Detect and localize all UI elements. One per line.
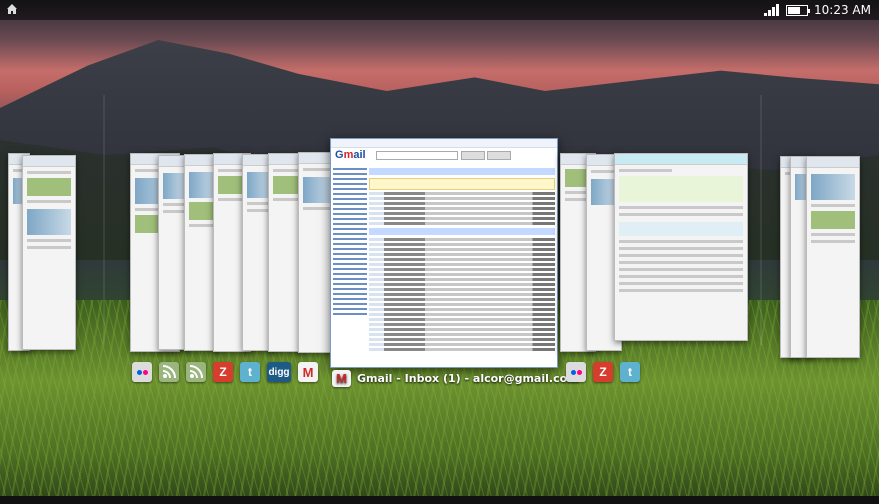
gmail-sidebar bbox=[333, 165, 367, 365]
status-indicators: 10:23 AM bbox=[764, 3, 871, 17]
rss-icon[interactable] bbox=[186, 362, 206, 382]
gmail-logo: Gmail bbox=[335, 149, 366, 161]
group-divider bbox=[103, 95, 105, 345]
window-thumbnail[interactable] bbox=[614, 153, 748, 341]
window-thumbnail[interactable] bbox=[806, 156, 860, 358]
signal-icon bbox=[764, 4, 780, 16]
z-icon[interactable]: Z bbox=[213, 362, 233, 382]
flickr-icon[interactable] bbox=[566, 362, 586, 382]
group-divider bbox=[760, 95, 762, 345]
status-bar: 10:23 AM bbox=[0, 0, 879, 20]
home-icon[interactable] bbox=[6, 3, 18, 15]
digg-icon[interactable]: digg bbox=[267, 362, 291, 382]
right-group-icons: Z t bbox=[566, 362, 640, 382]
gmail-search-box bbox=[376, 151, 458, 160]
twitter-icon[interactable]: t bbox=[620, 362, 640, 382]
window-thumbnail[interactable] bbox=[22, 155, 76, 350]
gmail-search-button bbox=[461, 151, 485, 160]
gmail-icon[interactable]: M bbox=[298, 362, 318, 382]
status-clock: 10:23 AM bbox=[814, 3, 871, 17]
selected-window-title: Gmail - Inbox (1) - alcor@gmail.com bbox=[357, 372, 579, 385]
gmail-search-button bbox=[487, 151, 511, 160]
gmail-icon: M bbox=[332, 370, 351, 387]
left-group-icons: Z t digg M bbox=[132, 362, 318, 382]
z-icon[interactable]: Z bbox=[593, 362, 613, 382]
battery-icon bbox=[786, 4, 811, 16]
rss-icon[interactable] bbox=[159, 362, 179, 382]
bottom-bar bbox=[0, 496, 879, 504]
twitter-icon[interactable]: t bbox=[240, 362, 260, 382]
gmail-window-thumbnail[interactable]: Gmail bbox=[330, 138, 558, 368]
flickr-icon[interactable] bbox=[132, 362, 152, 382]
selected-window-caption[interactable]: M Gmail - Inbox (1) - alcor@gmail.com bbox=[332, 370, 579, 387]
gmail-message-list bbox=[369, 165, 555, 365]
